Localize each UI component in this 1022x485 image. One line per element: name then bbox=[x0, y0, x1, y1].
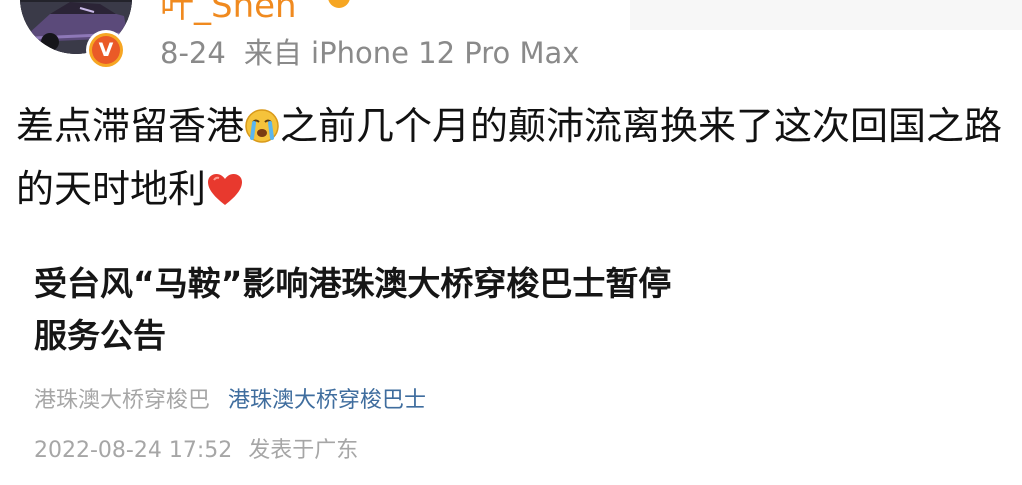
member-flag-icon bbox=[328, 0, 350, 8]
post-text: 差点滞留香港 之前几个月的颠沛流离换来了这次回国之路的天时地利 bbox=[16, 97, 1012, 223]
verified-badge-icon: V bbox=[86, 30, 126, 70]
red-heart-emoji-icon bbox=[206, 165, 244, 223]
article-published-location: 发表于广东 bbox=[248, 438, 359, 463]
article-source-name: 港珠澳大桥穿梭巴 bbox=[34, 388, 211, 413]
post-meta: 8-24 来自 iPhone 12 Pro Max bbox=[160, 30, 579, 72]
article-published-time: 2022-08-24 17:52 bbox=[34, 438, 233, 463]
post-source: 来自 iPhone 12 Pro Max bbox=[243, 36, 580, 70]
post-date: 8-24 bbox=[160, 36, 226, 70]
article-title[interactable]: 受台风“马鞍”影响港珠澳大桥穿梭巴士暂停服务公告 bbox=[34, 258, 674, 362]
author-name[interactable]: 叶_Shen bbox=[160, 0, 297, 27]
article-card[interactable]: 受台风“马鞍”影响港珠澳大桥穿梭巴士暂停服务公告 港珠澳大桥穿梭巴 港珠澳大桥穿梭… bbox=[0, 236, 1022, 485]
post-text-part1: 差点滞留香港 bbox=[16, 104, 245, 148]
article-source: 港珠澳大桥穿梭巴 港珠澳大桥穿梭巴士 bbox=[34, 382, 426, 414]
verified-badge-label: V bbox=[92, 36, 120, 64]
crying-face-emoji-icon bbox=[244, 102, 280, 160]
header-background-strip bbox=[630, 0, 1022, 30]
article-source-link[interactable]: 港珠澳大桥穿梭巴士 bbox=[228, 388, 426, 413]
article-published: 2022-08-24 17:52 发表于广东 bbox=[34, 432, 358, 464]
